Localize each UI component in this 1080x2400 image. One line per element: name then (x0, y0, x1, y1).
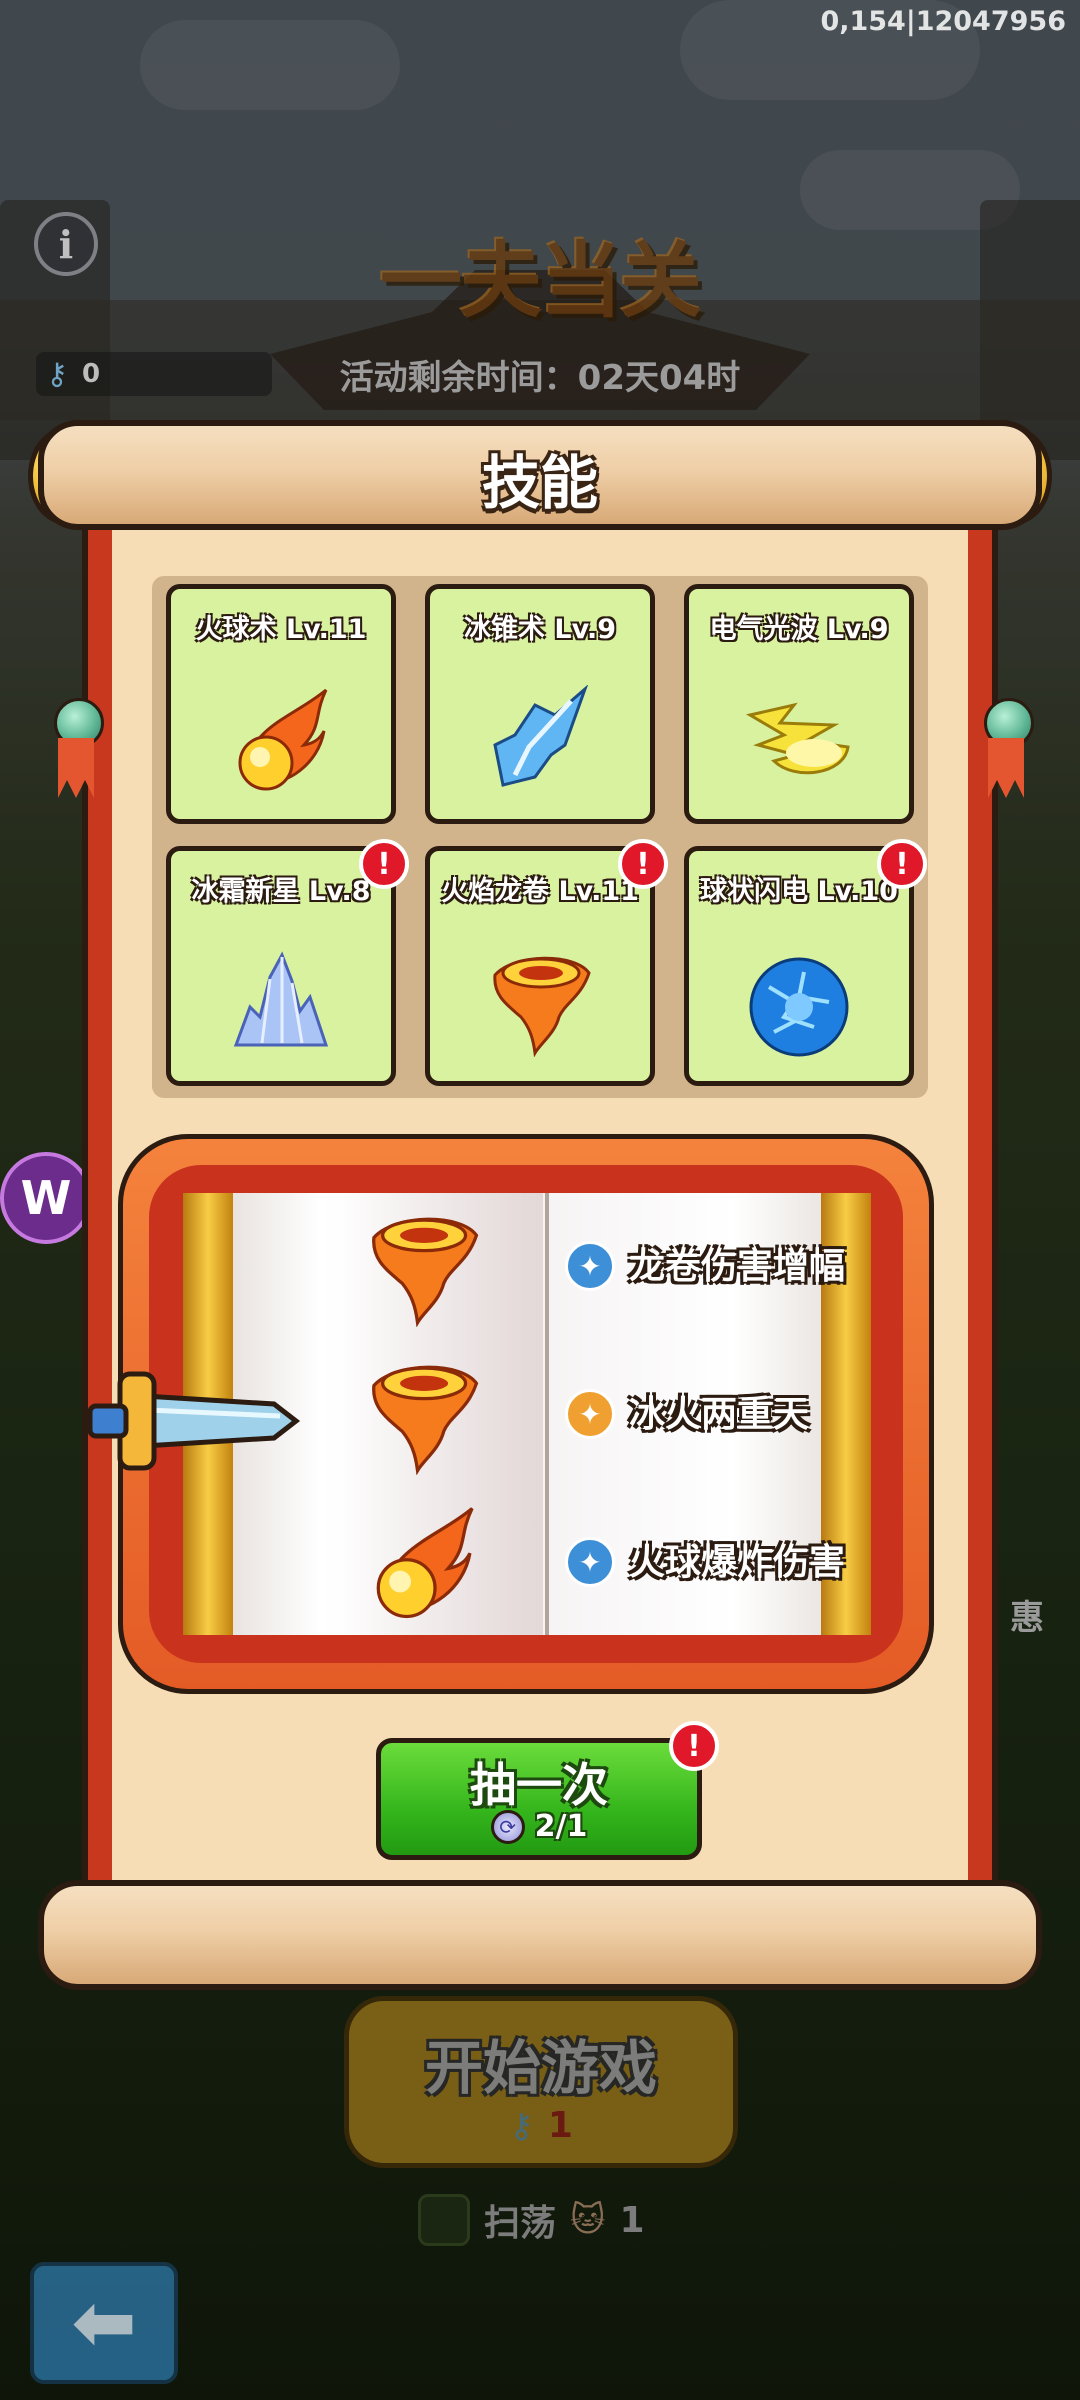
skill-card-ball-lightning[interactable]: 球状闪电 Lv.10 ! (684, 839, 927, 1086)
skill-card-frost-nova[interactable]: 冰霜新星 Lv.8 ! (166, 839, 409, 1086)
slot-effect-text: 冰火两重天 (629, 1394, 810, 1435)
key-count: 0 (81, 359, 101, 389)
ice-crystal-icon (233, 951, 329, 1047)
skill-card-lightning-wave[interactable]: 电气光波 Lv.9 (684, 584, 914, 824)
compass-blue-icon: ✦ (565, 1241, 615, 1291)
alert-badge: ! (359, 839, 409, 889)
sweep-checkbox[interactable] (418, 2194, 470, 2246)
event-timer: 活动剩余时间：02天04时 (339, 358, 741, 398)
skill-card-fireball[interactable]: 火球术 Lv.11 (166, 584, 396, 824)
lightning-orb-icon (749, 957, 849, 1057)
info-button[interactable]: i (34, 212, 98, 276)
fire-tornado-icon (372, 1365, 479, 1475)
sword-pointer-icon (87, 1371, 301, 1471)
arrow-left-icon: ⬅ (71, 2278, 137, 2368)
fireball-icon (238, 688, 328, 791)
draw-token-icon: ⟳ (490, 1809, 525, 1844)
sweep-ticket-icon: 🐱 (570, 2200, 606, 2240)
ice-shard-icon (493, 685, 589, 787)
draw-button-label: 抽一次 (470, 1758, 608, 1812)
start-game-label: 开始游戏 (424, 2034, 657, 2102)
key-icon: ⚷ (509, 2105, 534, 2146)
alert-badge: ! (618, 839, 668, 889)
skills-grid: 火球术 Lv.11 冰锥术 Lv.9 电气光波 Lv.9 冰霜新星 Lv.8 !… (152, 576, 928, 1098)
start-game-cost: ⚷ 1 (349, 2105, 733, 2146)
skill-name: 冰霜新星 Lv.8 (191, 876, 371, 907)
debug-coordinates: 0,154|12047956 (820, 6, 1066, 37)
skill-card-fire-tornado[interactable]: 火焰龙卷 Lv.11 ! (425, 839, 668, 1086)
alert-badge: ! (877, 839, 927, 889)
compass-gold-icon: ✦ (565, 1389, 615, 1439)
start-cost-count: 1 (547, 2105, 573, 2146)
skill-name: 球状闪电 Lv.10 (700, 876, 898, 907)
draw-cost-text: 2/1 (534, 1809, 588, 1844)
panel-title: 技能 (481, 449, 598, 517)
fire-tornado-icon (372, 1217, 479, 1327)
compass-blue-icon: ✦ (565, 1537, 615, 1587)
alert-badge: ! (669, 1721, 719, 1771)
skill-name: 冰锥术 Lv.9 (463, 614, 617, 645)
slot-effect-text: 火球爆炸伤害 (629, 1542, 846, 1583)
slot-row: ✦ 火球爆炸伤害 (183, 1493, 871, 1633)
slot-effect-text: 龙卷伤害增幅 (629, 1246, 846, 1287)
sweep-count: 1 (619, 2199, 645, 2241)
skill-card-ice-shard[interactable]: 冰锥术 Lv.9 (425, 584, 655, 824)
event-title: 一夫当关 (379, 234, 702, 329)
skill-name: 电气光波 Lv.9 (709, 614, 889, 645)
skill-name: 火焰龙卷 Lv.11 (441, 876, 639, 907)
lightning-wave-icon (745, 702, 850, 775)
start-game-button[interactable]: 开始游戏 ⚷ 1 (344, 1996, 738, 2168)
fire-tornado-icon (493, 956, 591, 1057)
back-button[interactable]: ⬅ (30, 2262, 178, 2384)
fireball-icon (376, 1507, 474, 1619)
key-icon: ⚷ (46, 356, 68, 392)
scroll-rod-bottom (38, 1880, 1042, 1990)
draw-cost: ⟳ 2/1 (381, 1809, 697, 1844)
key-counter: ⚷ 0 (36, 352, 272, 396)
draw-once-button[interactable]: 抽一次 ⟳ 2/1 ! (376, 1721, 719, 1860)
sweep-label: 扫荡 (484, 2203, 557, 2244)
skill-name: 火球术 Lv.11 (195, 614, 367, 645)
slot-row: ✦ 龙卷伤害增幅 (183, 1197, 871, 1337)
info-icon: i (58, 221, 74, 267)
sweep-row: 扫荡 🐱 1 (418, 2194, 645, 2246)
